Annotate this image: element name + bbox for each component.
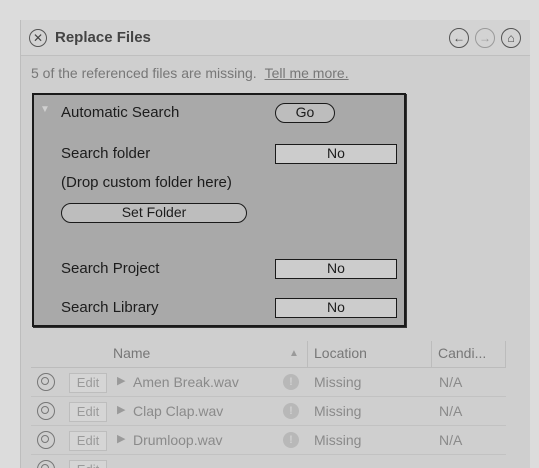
table-row[interactable]: Edit [31, 455, 506, 468]
file-name: Drumloop.wav [133, 432, 223, 448]
search-library-toggle[interactable]: No [275, 298, 397, 318]
table-row[interactable]: Edit ▶ Clap Clap.wav ! Missing N/A [31, 397, 506, 426]
table-row[interactable]: Edit ▶ Amen Break.wav ! Missing N/A [31, 368, 506, 397]
column-divider [307, 341, 308, 367]
search-icon[interactable] [37, 431, 55, 449]
search-folder-toggle[interactable]: No [275, 144, 397, 164]
column-divider [431, 341, 432, 367]
drop-folder-hint: (Drop custom folder here) [61, 174, 232, 191]
file-location: Missing [314, 374, 362, 390]
column-header-candidates[interactable]: Candi... [438, 345, 486, 361]
home-icon[interactable]: ⌂ [501, 28, 521, 48]
edit-button[interactable]: Edit [69, 373, 107, 393]
play-triangle-icon[interactable]: ▶ [117, 403, 125, 416]
edit-button[interactable]: Edit [69, 431, 107, 451]
edit-button[interactable]: Edit [69, 460, 107, 468]
edit-button[interactable]: Edit [69, 402, 107, 422]
file-location: Missing [314, 403, 362, 419]
missing-files-text: 5 of the referenced files are missing. [31, 65, 257, 81]
search-project-label: Search Project [61, 260, 160, 277]
file-name: Amen Break.wav [133, 374, 239, 390]
sort-up-icon[interactable]: ▲ [289, 348, 299, 359]
file-location: Missing [314, 432, 362, 448]
table-row[interactable]: Edit ▶ Drumloop.wav ! Missing N/A [31, 426, 506, 455]
column-header-location[interactable]: Location [314, 345, 367, 361]
automatic-search-overlay: ▼ Automatic Search Go Search folder No (… [32, 93, 406, 327]
column-header-name[interactable]: Name [113, 345, 150, 361]
play-triangle-icon[interactable]: ▶ [117, 432, 125, 445]
file-candidates: N/A [439, 403, 463, 419]
search-library-label: Search Library [61, 299, 159, 316]
search-icon[interactable] [37, 402, 55, 420]
column-divider [505, 341, 506, 367]
search-folder-label: Search folder [61, 145, 151, 162]
warning-icon: ! [283, 432, 299, 448]
missing-files-message: 5 of the referenced files are missing. T… [31, 65, 349, 81]
file-candidates: N/A [439, 432, 463, 448]
forward-arrow-icon[interactable]: → [475, 28, 495, 48]
search-icon[interactable] [37, 373, 55, 391]
go-button[interactable]: Go [275, 103, 335, 123]
collapse-triangle-icon[interactable]: ▼ [40, 104, 50, 115]
tell-me-more-link[interactable]: Tell me more. [265, 65, 349, 81]
automatic-search-label: Automatic Search [61, 104, 180, 121]
table-header: Name ▲ Location Candi... [31, 338, 506, 368]
title-bar: ✕ Replace Files ← → ⌂ [21, 20, 530, 56]
search-icon[interactable] [37, 460, 55, 468]
warning-icon: ! [283, 403, 299, 419]
panel-title: Replace Files [55, 29, 151, 46]
set-folder-button[interactable]: Set Folder [61, 203, 247, 223]
file-name: Clap Clap.wav [133, 403, 224, 419]
play-triangle-icon[interactable]: ▶ [117, 374, 125, 387]
search-project-toggle[interactable]: No [275, 259, 397, 279]
warning-icon: ! [283, 374, 299, 390]
file-candidates: N/A [439, 374, 463, 390]
close-icon[interactable]: ✕ [29, 29, 47, 47]
back-arrow-icon[interactable]: ← [449, 28, 469, 48]
